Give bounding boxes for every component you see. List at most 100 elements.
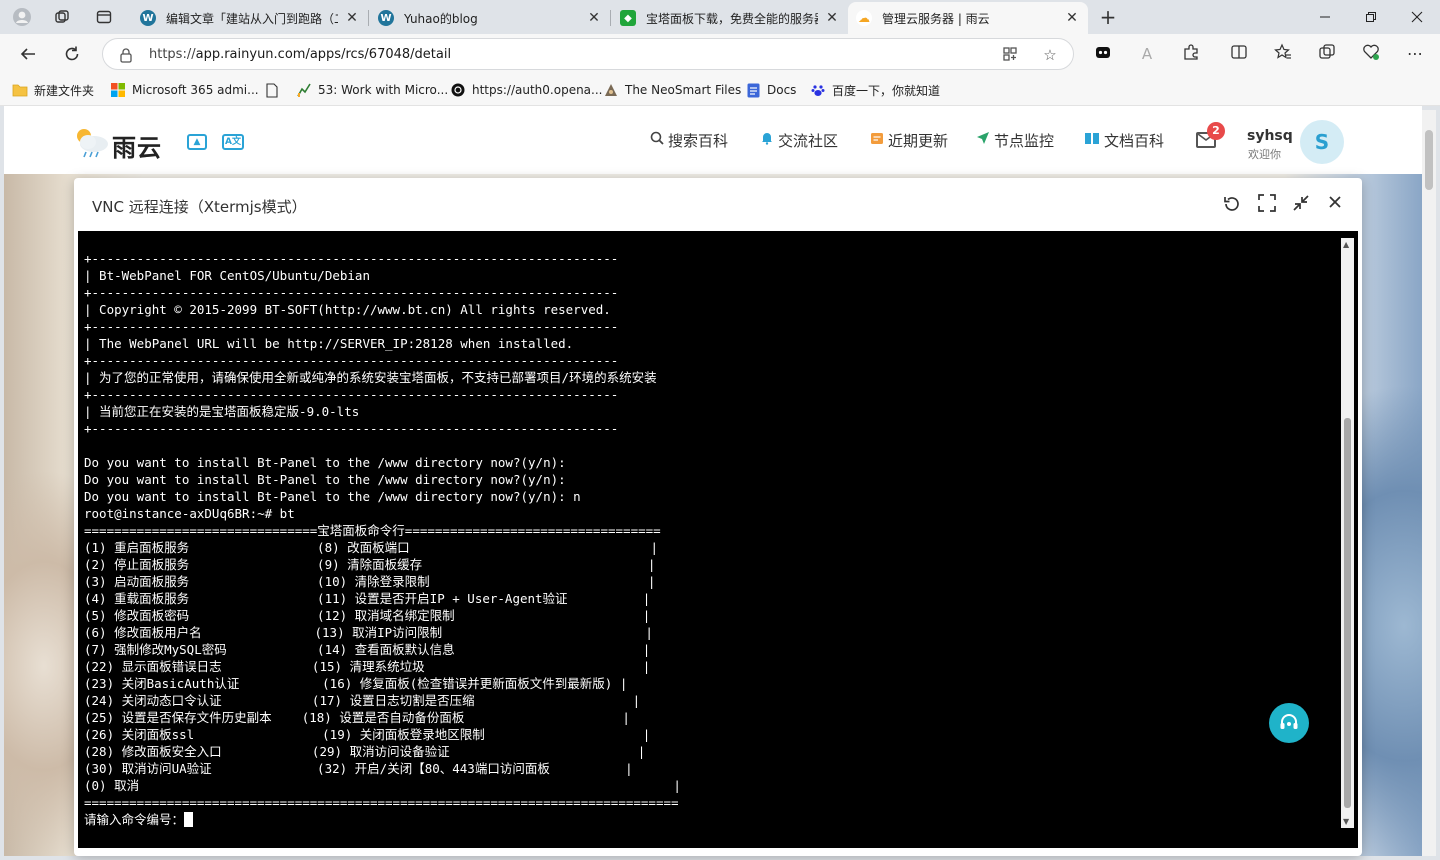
workspaces-icon[interactable]	[52, 7, 72, 27]
terminal-line: (28) 修改面板安全入口 (29) 取消访问设备验证 |	[84, 744, 646, 759]
microsoft-icon	[110, 82, 126, 98]
terminal-line: (23) 关闭BasicAuth认证 (16) 修复面板(检查错误并更新面板文件…	[84, 676, 628, 691]
bookmark-baidu[interactable]: 百度一下，你就知道	[810, 81, 940, 99]
terminal-line: 请输入命令编号：	[84, 811, 681, 828]
terminal-line: Do you want to install Bt-Panel to the /…	[84, 489, 581, 504]
terminal-line: +---------------------------------------…	[84, 285, 619, 300]
scroll-down-arrow-icon[interactable]: ▼	[1343, 817, 1349, 826]
collections-icon[interactable]	[1316, 43, 1338, 65]
image-icon[interactable]: ▲	[187, 134, 207, 150]
tab-title: 宝塔面板下载，免费全能的服务器	[646, 11, 818, 26]
close-icon[interactable]: ✕	[586, 10, 602, 26]
terminal-output: +---------------------------------------…	[84, 250, 681, 828]
translate-icon[interactable]: A文	[222, 134, 244, 150]
nav-node-monitor[interactable]: 节点监控	[976, 130, 1054, 150]
bookmark-auth0[interactable]: https://auth0.opena...	[450, 81, 602, 99]
url-main: app.rainyun.com/apps/rcs/67048/detail	[195, 47, 452, 62]
browser-essentials-icon[interactable]	[1360, 43, 1382, 65]
fullscreen-icon[interactable]	[1256, 194, 1278, 216]
nav-recent-updates[interactable]: 近期更新	[870, 130, 948, 150]
lock-icon[interactable]	[119, 47, 133, 63]
vertical-tabs-icon[interactable]	[94, 7, 114, 27]
notification-badge: 2	[1207, 122, 1225, 140]
url-prefix: https://	[149, 47, 196, 62]
bookmark-work-with-micro[interactable]: 53: Work with Micro...	[296, 81, 448, 99]
favorite-star-icon[interactable]: ☆	[1041, 46, 1059, 64]
terminal-line: | Bt-WebPanel FOR CentOS/Ubuntu/Debian	[84, 268, 370, 283]
browser-tab-strip: W 编辑文章「建站从入门到跑路（二 ✕ W Yuhao的blog ✕ ◆ 宝塔面…	[0, 0, 1440, 34]
bookmark-label: 百度一下，你就知道	[832, 83, 941, 98]
bookmark-ms365[interactable]: Microsoft 365 admi...	[110, 81, 259, 99]
bookmark-folder[interactable]: 新建文件夹	[12, 81, 94, 99]
tab-bt-download[interactable]: ◆ 宝塔面板下载，免费全能的服务器 ✕	[612, 4, 848, 32]
terminal-scrollbar[interactable]: ▲ ▼	[1341, 238, 1354, 828]
bookmarks-bar: 新建文件夹 Microsoft 365 admi... 53: Work wit…	[0, 74, 1440, 106]
bookmark-neosmart[interactable]: The NeoSmart Files	[603, 81, 741, 99]
close-icon[interactable]: ✕	[824, 10, 840, 26]
user-name[interactable]: syhsq	[1247, 128, 1293, 144]
terminal-line: | Copyright © 2015-2099 BT-SOFT(http://w…	[84, 302, 611, 317]
bell-icon	[760, 131, 774, 149]
avatar[interactable]: S	[1300, 120, 1344, 164]
scrollbar-thumb[interactable]	[1425, 130, 1433, 190]
url-text[interactable]: https://app.rainyun.com/apps/rcs/67048/d…	[149, 47, 451, 62]
terminal-line: (7) 强制修改MySQL密码 (14) 查看面板默认信息 |	[84, 642, 651, 657]
back-button[interactable]	[16, 42, 40, 66]
minimize-button[interactable]	[1302, 0, 1348, 34]
more-menu-icon[interactable]: ⋯	[1404, 43, 1426, 65]
profile-icon[interactable]	[12, 7, 32, 27]
bookmark-page[interactable]	[264, 81, 286, 99]
tab-yuhao-blog[interactable]: W Yuhao的blog ✕	[370, 4, 610, 32]
site-logo-text[interactable]: 雨云	[112, 128, 162, 163]
xterm-terminal[interactable]: +---------------------------------------…	[78, 231, 1358, 848]
split-screen-icon[interactable]	[1228, 43, 1250, 65]
tab-rainyun[interactable]: ☁ 管理云服务器 | 雨云 ✕	[848, 2, 1088, 34]
terminal-line: +---------------------------------------…	[84, 387, 619, 402]
user-welcome-text: 欢迎你	[1248, 148, 1281, 161]
scroll-up-arrow-icon[interactable]: ▲	[1343, 240, 1349, 249]
read-aloud-icon[interactable]: A	[1136, 43, 1158, 65]
window-close-button[interactable]	[1394, 0, 1440, 34]
send-icon	[976, 131, 990, 149]
customer-support-button[interactable]	[1269, 703, 1309, 743]
new-tab-button[interactable]: +	[1098, 5, 1118, 29]
scrollbar-thumb[interactable]	[1344, 418, 1351, 808]
reconnect-icon[interactable]	[1221, 194, 1243, 216]
bookmark-label: 53: Work with Micro...	[318, 83, 449, 97]
refresh-button[interactable]	[60, 42, 84, 66]
extensions-puzzle-icon[interactable]	[1180, 43, 1202, 65]
address-bar[interactable]: https://app.rainyun.com/apps/rcs/67048/d…	[102, 38, 1074, 70]
tab-separator	[368, 10, 369, 26]
vnc-dialog-title: VNC 远程连接（Xtermjs模式）	[92, 198, 307, 216]
close-icon[interactable]	[1324, 194, 1346, 216]
nav-label: 文档百科	[1104, 131, 1165, 150]
page-scrollbar[interactable]	[1422, 110, 1436, 856]
nav-label: 节点监控	[994, 131, 1055, 150]
bookmark-docs[interactable]: Docs	[745, 81, 796, 99]
close-icon[interactable]: ✕	[1064, 10, 1080, 26]
bookmark-label: Docs	[767, 83, 797, 97]
terminal-line: (24) 关闭动态口令认证 (17) 设置日志切割是否压缩 |	[84, 693, 641, 708]
tab-edit-article[interactable]: W 编辑文章「建站从入门到跑路（二 ✕	[132, 4, 368, 32]
rainyun-logo-icon[interactable]	[72, 124, 112, 158]
terminal-line: (6) 修改面板用户名 (13) 取消IP访问限制 |	[84, 625, 653, 640]
terminal-line: (26) 关闭面板ssl (19) 关闭面板登录地区限制 |	[84, 727, 651, 742]
bookmark-label: 新建文件夹	[34, 83, 95, 98]
wordpress-icon: W	[378, 10, 394, 26]
restore-button[interactable]	[1348, 0, 1394, 34]
minimize-dialog-icon[interactable]	[1290, 194, 1312, 216]
nav-docs-wiki[interactable]: 文档百科	[1084, 130, 1164, 150]
nav-search-wiki[interactable]: 搜索百科	[650, 130, 728, 150]
nav-community[interactable]: 交流社区	[760, 130, 838, 150]
wordpress-icon: W	[140, 10, 156, 26]
nav-label: 近期更新	[888, 131, 949, 150]
extension-icon[interactable]	[1092, 43, 1114, 65]
app-available-icon[interactable]	[1001, 46, 1019, 64]
book-icon	[1084, 131, 1100, 149]
update-icon	[870, 131, 884, 149]
chart-icon	[296, 82, 312, 98]
close-icon[interactable]: ✕	[344, 10, 360, 26]
bookmark-label: The NeoSmart Files	[625, 83, 742, 97]
favorites-icon[interactable]	[1272, 43, 1294, 65]
